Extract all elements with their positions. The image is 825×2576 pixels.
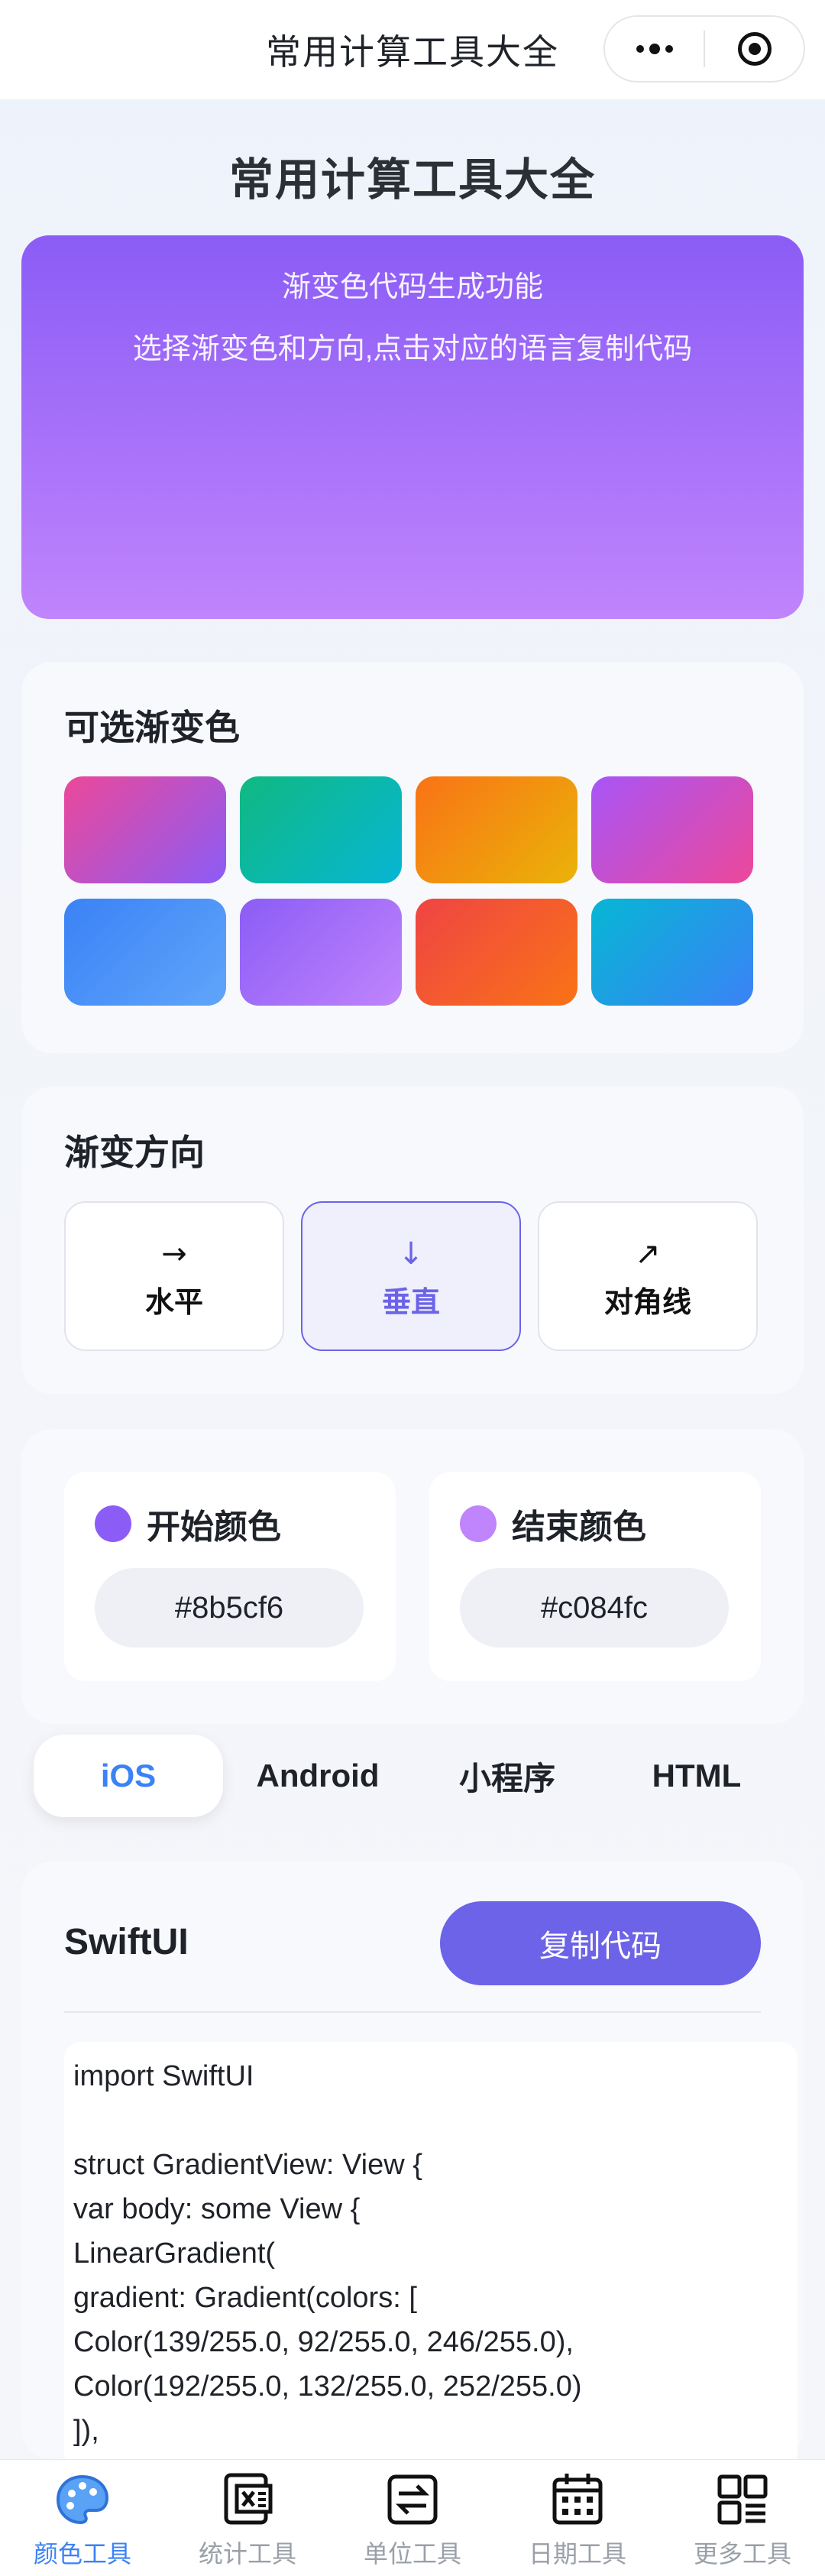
mini-program-capsule — [603, 15, 805, 83]
direction-vertical-button[interactable]: ↓ 垂直 — [301, 1201, 521, 1351]
nav-bar: 常用计算工具大全 — [0, 0, 825, 99]
gradient-swatch-5[interactable] — [64, 899, 226, 1006]
direction-card: 渐变方向 → 水平 ↓ 垂直 ↗ 对角线 — [21, 1087, 804, 1394]
direction-label: 对角线 — [603, 1286, 691, 1319]
gradient-swatch-8[interactable] — [591, 899, 753, 1006]
palette-icon — [56, 2474, 109, 2525]
gradient-swatch-4[interactable] — [591, 776, 753, 883]
tabbar-label: 日期工具 — [528, 2540, 626, 2568]
tab-html[interactable]: HTML — [602, 1735, 791, 1817]
tabbar-label: 统计工具 — [198, 2540, 296, 2568]
end-color-dot — [460, 1505, 497, 1542]
direction-horizontal-button[interactable]: → 水平 — [64, 1201, 284, 1351]
swatches-title: 可选渐变色 — [64, 708, 240, 747]
tabbar-label: 单位工具 — [363, 2540, 461, 2568]
gradient-swatch-2[interactable] — [240, 776, 402, 883]
tabbar-item-color[interactable]: 颜色工具 — [0, 2460, 165, 2576]
tabbar-item-units[interactable]: 单位工具 — [330, 2460, 495, 2576]
gradient-swatch-1[interactable] — [64, 776, 226, 883]
swatch-grid — [64, 776, 775, 1006]
tabbar-item-more[interactable]: 更多工具 — [660, 2460, 825, 2576]
close-target-icon — [737, 32, 772, 66]
code-block[interactable]: import SwiftUI struct GradientView: View… — [64, 2042, 798, 2470]
arrow-right-icon: → — [161, 1236, 187, 1272]
start-color-box[interactable]: 开始颜色 #8b5cf6 — [64, 1472, 396, 1681]
code-title: SwiftUI — [64, 1922, 189, 1962]
arrow-up-right-icon: ↗ — [635, 1236, 661, 1272]
grid-icon — [717, 2474, 768, 2525]
code-divider — [64, 2011, 761, 2013]
more-menu-button[interactable] — [605, 17, 704, 81]
end-color-box[interactable]: 结束颜色 #c084fc — [429, 1472, 761, 1681]
direction-label: 水平 — [144, 1286, 203, 1319]
arrow-down-icon: ↓ — [398, 1236, 424, 1272]
code-card: SwiftUI 复制代码 import SwiftUI struct Gradi… — [21, 1862, 804, 2470]
start-color-label: 开始颜色 — [147, 1508, 281, 1546]
tab-ios[interactable]: iOS — [34, 1735, 223, 1817]
gradient-swatch-3[interactable] — [416, 776, 578, 883]
tabbar-label: 更多工具 — [693, 2540, 791, 2568]
start-color-value[interactable]: #8b5cf6 — [95, 1568, 364, 1648]
copy-code-button[interactable]: 复制代码 — [440, 1901, 761, 1985]
gradient-swatch-6[interactable] — [240, 899, 402, 1006]
excel-icon — [224, 2473, 273, 2525]
nav-title: 常用计算工具大全 — [266, 32, 559, 72]
language-tabs: iOS Android 小程序 HTML — [34, 1735, 791, 1817]
bottom-tab-bar: 颜色工具 统计工具 单位工具 日期工具 更多工具 — [0, 2459, 825, 2576]
more-dots-icon — [636, 44, 673, 54]
tabbar-label: 颜色工具 — [33, 2540, 131, 2568]
start-color-dot — [95, 1505, 131, 1542]
end-color-value[interactable]: #c084fc — [460, 1568, 729, 1648]
tabbar-item-stats[interactable]: 统计工具 — [165, 2460, 330, 2576]
preview-line-1: 渐变色代码生成功能 — [281, 271, 543, 303]
tab-miniprogram[interactable]: 小程序 — [412, 1735, 602, 1817]
calendar-icon — [552, 2474, 603, 2525]
direction-label: 垂直 — [381, 1286, 440, 1319]
end-color-label: 结束颜色 — [512, 1508, 646, 1546]
tabbar-item-date[interactable]: 日期工具 — [495, 2460, 660, 2576]
colors-card: 开始颜色 #8b5cf6 结束颜色 #c084fc — [21, 1429, 804, 1724]
gradient-preview: 渐变色代码生成功能 选择渐变色和方向,点击对应的语言复制代码 — [21, 235, 804, 619]
tab-android[interactable]: Android — [223, 1735, 412, 1817]
gradient-swatch-7[interactable] — [416, 899, 578, 1006]
page-title: 常用计算工具大全 — [228, 155, 596, 205]
direction-title: 渐变方向 — [64, 1132, 205, 1172]
preview-line-2: 选择渐变色和方向,点击对应的语言复制代码 — [132, 333, 693, 365]
close-program-button[interactable] — [705, 17, 804, 81]
direction-diagonal-button[interactable]: ↗ 对角线 — [538, 1201, 758, 1351]
swatches-card: 可选渐变色 — [21, 662, 804, 1053]
convert-icon — [387, 2474, 438, 2525]
